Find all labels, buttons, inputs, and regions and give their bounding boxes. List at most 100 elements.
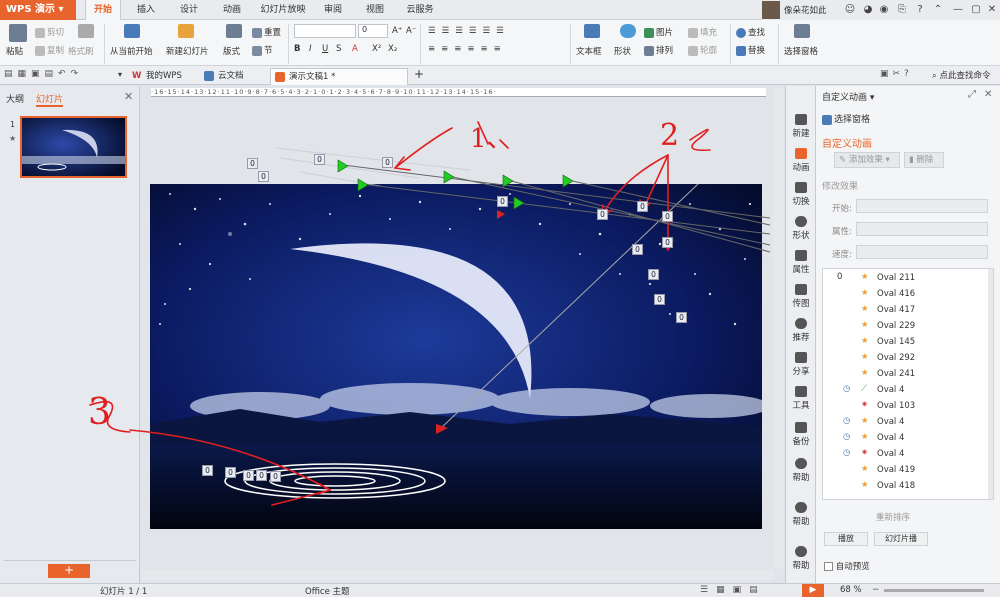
- list-item[interactable]: ◷ ⟋ Oval 4: [823, 382, 988, 398]
- toolbox-icon: [795, 386, 807, 397]
- sidebar-item-tools[interactable]: 工具: [786, 386, 816, 411]
- sidebar-item-backup[interactable]: 备份: [786, 422, 816, 447]
- animation-order-label[interactable]: 0: [258, 171, 269, 182]
- start-label: 开始:: [832, 204, 852, 214]
- reorder-label[interactable]: 重新排序: [876, 511, 910, 523]
- sidebar-item-help-2[interactable]: 帮助: [786, 502, 816, 527]
- trash-icon: ▮: [909, 155, 914, 165]
- list-item[interactable]: ★ Oval 419: [823, 462, 988, 478]
- delete-button[interactable]: ▮ 删除: [904, 152, 944, 168]
- animation-order-label[interactable]: 0: [597, 209, 608, 220]
- list-item[interactable]: ★ Oval 418: [823, 478, 988, 494]
- start-select[interactable]: [856, 199, 988, 213]
- animation-order-label[interactable]: 0: [256, 470, 267, 481]
- list-item[interactable]: ◷ ★ Oval 4: [823, 414, 988, 430]
- list-item[interactable]: ★ Oval 145: [823, 334, 988, 350]
- sidebar-item-upload[interactable]: 传图: [786, 284, 816, 309]
- list-item-label: Oval 4: [877, 433, 905, 443]
- list-item[interactable]: ★ Oval 292: [823, 350, 988, 366]
- sidebar-item-animation[interactable]: 动画: [786, 148, 816, 173]
- add-effect-button[interactable]: ✎ 添加效果 ▾: [834, 152, 900, 168]
- share-icon: [795, 352, 807, 363]
- list-item[interactable]: ★ Oval 229: [823, 318, 988, 334]
- path-effect-icon: ⟋: [861, 384, 867, 394]
- sidebar-item-shape[interactable]: 形状: [786, 216, 816, 241]
- animation-order-label[interactable]: 0: [662, 211, 673, 222]
- sidebar-item-recommend[interactable]: 推荐: [786, 318, 816, 343]
- panel-title[interactable]: 自定义动画 ▾: [822, 90, 874, 103]
- animation-order-label[interactable]: 0: [225, 467, 236, 478]
- list-item-label: Oval 4: [877, 417, 905, 427]
- animation-order-label[interactable]: 0: [676, 312, 687, 323]
- animation-order-label[interactable]: 0: [654, 294, 665, 305]
- animation-order-label[interactable]: 0: [270, 471, 281, 482]
- property-select[interactable]: [856, 222, 988, 236]
- list-item-label: Oval 103: [877, 401, 916, 411]
- sidebar-item-properties[interactable]: 属性: [786, 250, 816, 275]
- task-sidebar: 新建 动画 切换 形状 属性 传图 推荐 分享 工具 备份 帮助 帮助 帮助: [785, 86, 815, 583]
- animation-order-label[interactable]: 0: [314, 154, 325, 165]
- animation-order-label[interactable]: 0: [662, 237, 673, 248]
- list-item[interactable]: ★ Oval 241: [823, 366, 988, 382]
- select-pane-link[interactable]: 选择窗格: [822, 112, 870, 125]
- animation-order-label[interactable]: 0: [382, 157, 393, 168]
- sidebar-item-label: 切换: [792, 197, 810, 207]
- zoom-level[interactable]: 68 %: [840, 585, 862, 595]
- pin-icon[interactable]: ⤢: [968, 89, 976, 100]
- list-item-label: Oval 419: [877, 465, 916, 475]
- animation-order-label[interactable]: 0: [632, 244, 643, 255]
- backup-icon: [795, 422, 807, 433]
- star-effect-icon: ★: [861, 368, 869, 378]
- animation-order-label[interactable]: 0: [243, 470, 254, 481]
- list-item-label: Oval 4: [877, 385, 905, 395]
- new-icon: [795, 114, 807, 125]
- autopreview-checkbox[interactable]: 自动预览: [824, 560, 870, 572]
- animation-order-label[interactable]: 0: [637, 201, 648, 212]
- list-scrollbar[interactable]: [988, 269, 993, 499]
- animation-order-label[interactable]: 0: [202, 465, 213, 476]
- selection-pane-icon: [822, 114, 832, 125]
- speed-select[interactable]: [856, 245, 988, 259]
- list-item[interactable]: ★ Oval 211: [823, 270, 988, 286]
- close-icon[interactable]: ✕: [984, 89, 992, 100]
- sidebar-item-help-3[interactable]: 帮助: [786, 546, 816, 571]
- sidebar-item-label: 帮助: [792, 473, 810, 483]
- list-item-label: Oval 211: [877, 273, 916, 283]
- sidebar-item-help[interactable]: 帮助: [786, 458, 816, 483]
- star-effect-icon: ★: [861, 416, 869, 426]
- panel-title-label: 自定义动画: [822, 93, 868, 103]
- star-effect-icon: ★: [861, 352, 869, 362]
- clock-icon: ◷: [843, 416, 851, 426]
- slideshow-button[interactable]: 幻灯片播: [874, 532, 928, 546]
- list-item-label: Oval 4: [877, 449, 905, 459]
- star-effect-icon: ★: [861, 336, 869, 346]
- animation-list[interactable]: 0 ★ Oval 211 ★ Oval 416 ★ Oval 417 ★ Oval 22…: [822, 268, 994, 500]
- sidebar-item-share[interactable]: 分享: [786, 352, 816, 377]
- sidebar-item-label: 帮助: [792, 517, 810, 527]
- list-item[interactable]: ◷ ★ Oval 4: [823, 430, 988, 446]
- list-item-label: Oval 241: [877, 369, 916, 379]
- delete-label: 删除: [916, 155, 934, 165]
- help-icon: [795, 502, 807, 513]
- list-item[interactable]: ★ Oval 416: [823, 286, 988, 302]
- annotation-1: 1、: [470, 124, 513, 154]
- play-button[interactable]: 播放: [824, 532, 868, 546]
- list-item[interactable]: ★ Oval 417: [823, 302, 988, 318]
- view-buttons[interactable]: ☰▦▣▤: [700, 585, 766, 595]
- list-item[interactable]: ✷ Oval 103: [823, 398, 988, 414]
- animation-order-label[interactable]: 0: [497, 196, 508, 207]
- zoom-out-button[interactable]: −: [872, 585, 880, 595]
- list-item[interactable]: ◷ ✷ Oval 4: [823, 446, 988, 462]
- zoom-slider[interactable]: [884, 589, 984, 592]
- sidebar-item-label: 传图: [792, 299, 810, 309]
- custom-animation-panel: 自定义动画 ▾ ⤢ ✕ 选择窗格 自定义动画 ✎ 添加效果 ▾ ▮ 删除 修改效…: [815, 86, 1000, 583]
- animation-order-label[interactable]: 0: [247, 158, 258, 169]
- sidebar-item-new[interactable]: 新建: [786, 114, 816, 139]
- star-effect-icon: ★: [861, 304, 869, 314]
- star-effect-icon: ★: [861, 288, 869, 298]
- play-slideshow-button[interactable]: ▶: [802, 584, 824, 597]
- sidebar-item-transition[interactable]: 切换: [786, 182, 816, 207]
- add-effect-label: 添加效果: [848, 155, 883, 165]
- animation-order-label[interactable]: 0: [648, 269, 659, 280]
- star-effect-icon: ★: [861, 464, 869, 474]
